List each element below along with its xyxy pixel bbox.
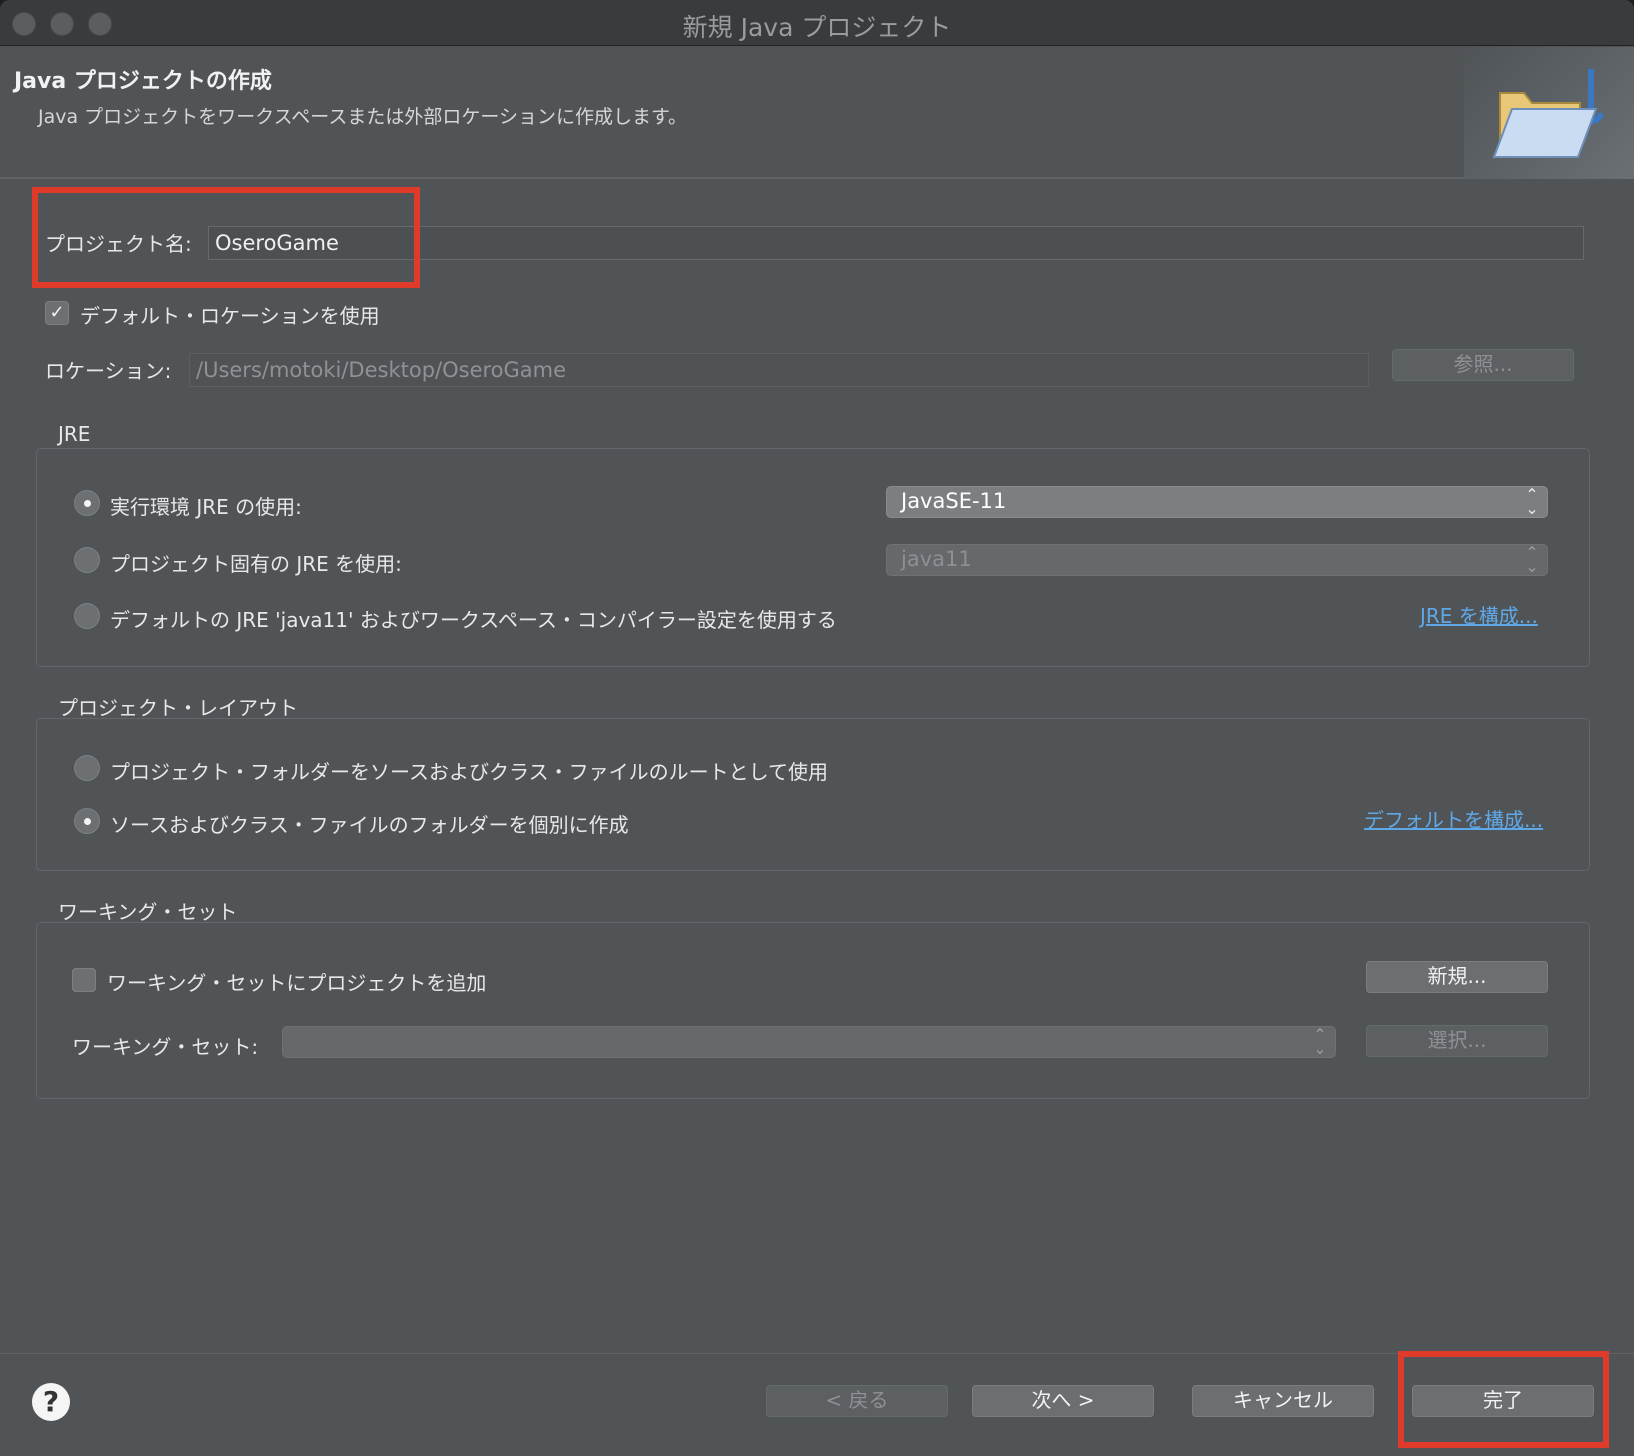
execution-env-select[interactable]: JavaSE-11 ⌃ ⌄ [886, 486, 1548, 518]
cancel-button[interactable]: キャンセル [1192, 1385, 1374, 1417]
folder-icon [1492, 69, 1604, 158]
radio-execution-env-jre[interactable] [74, 490, 100, 516]
execution-env-value: JavaSE-11 [901, 489, 1007, 513]
page-description: Java プロジェクトをワークスペースまたは外部ロケーションに作成します。 [38, 106, 688, 128]
next-button[interactable]: 次へ > [972, 1385, 1154, 1417]
working-sets-group [36, 922, 1590, 1099]
add-to-working-set-label: ワーキング・セットにプロジェクトを追加 [107, 971, 487, 995]
default-jre-label: デフォルトの JRE 'java11' およびワークスペース・コンパイラー設定を… [110, 608, 837, 632]
use-default-location-checkbox[interactable]: ✓ [45, 301, 69, 325]
radio-separate-folders[interactable] [74, 808, 100, 834]
radio-project-folder-root[interactable] [74, 755, 100, 781]
execution-env-jre-label: 実行環境 JRE の使用: [110, 495, 302, 519]
wizard-banner [1464, 47, 1634, 179]
select-updown-icon: ⌃ ⌄ [1525, 543, 1539, 576]
project-specific-jre-label: プロジェクト固有の JRE を使用: [110, 552, 402, 576]
layout-group-title: プロジェクト・レイアウト [58, 696, 298, 720]
radio-project-specific-jre[interactable] [74, 547, 100, 573]
radio-default-jre[interactable] [74, 603, 100, 629]
layout-group [36, 718, 1590, 871]
highlight-box-project-name [32, 187, 420, 288]
browse-button[interactable]: 参照... [1392, 349, 1574, 381]
jre-group-title: JRE [58, 422, 91, 446]
separate-folders-label: ソースおよびクラス・ファイルのフォルダーを個別に作成 [110, 813, 629, 837]
new-java-project-dialog: 新規 Java プロジェクト Java プロジェクトの作成 Java プロジェク… [0, 0, 1634, 1456]
use-default-location-label: デフォルト・ロケーションを使用 [80, 304, 380, 328]
window-title: 新規 Java プロジェクト [682, 13, 952, 42]
location-input[interactable]: /Users/motoki/Desktop/OseroGame [189, 353, 1369, 387]
project-folder-root-label: プロジェクト・フォルダーをソースおよびクラス・ファイルのルートとして使用 [110, 760, 828, 784]
page-title: Java プロジェクトの作成 [14, 69, 272, 94]
configure-jre-link[interactable]: JRE を構成... [1420, 600, 1538, 629]
working-sets-label: ワーキング・セット: [72, 1035, 259, 1059]
configure-default-link[interactable]: デフォルトを構成... [1364, 804, 1543, 833]
project-specific-jre-value: java11 [901, 547, 972, 571]
select-working-set-button[interactable]: 選択... [1366, 1025, 1548, 1057]
help-icon[interactable]: ? [32, 1383, 70, 1421]
working-sets-group-title: ワーキング・セット [58, 900, 238, 924]
add-to-working-set-checkbox[interactable] [72, 968, 96, 992]
back-button[interactable]: < 戻る [766, 1385, 948, 1417]
footer-separator [0, 1353, 1634, 1354]
title-bar: 新規 Java プロジェクト [0, 0, 1634, 46]
working-sets-select[interactable]: ⌃ ⌄ [282, 1026, 1336, 1058]
select-updown-icon: ⌃ ⌄ [1313, 1025, 1327, 1058]
highlight-box-finish [1398, 1351, 1609, 1448]
wizard-header: Java プロジェクトの作成 Java プロジェクトをワークスペースまたは外部ロ… [0, 47, 1634, 179]
new-working-set-button[interactable]: 新規... [1366, 961, 1548, 993]
location-label: ロケーション: [45, 359, 172, 383]
project-specific-jre-select[interactable]: java11 ⌃ ⌄ [886, 544, 1548, 576]
select-updown-icon: ⌃ ⌄ [1525, 485, 1539, 518]
